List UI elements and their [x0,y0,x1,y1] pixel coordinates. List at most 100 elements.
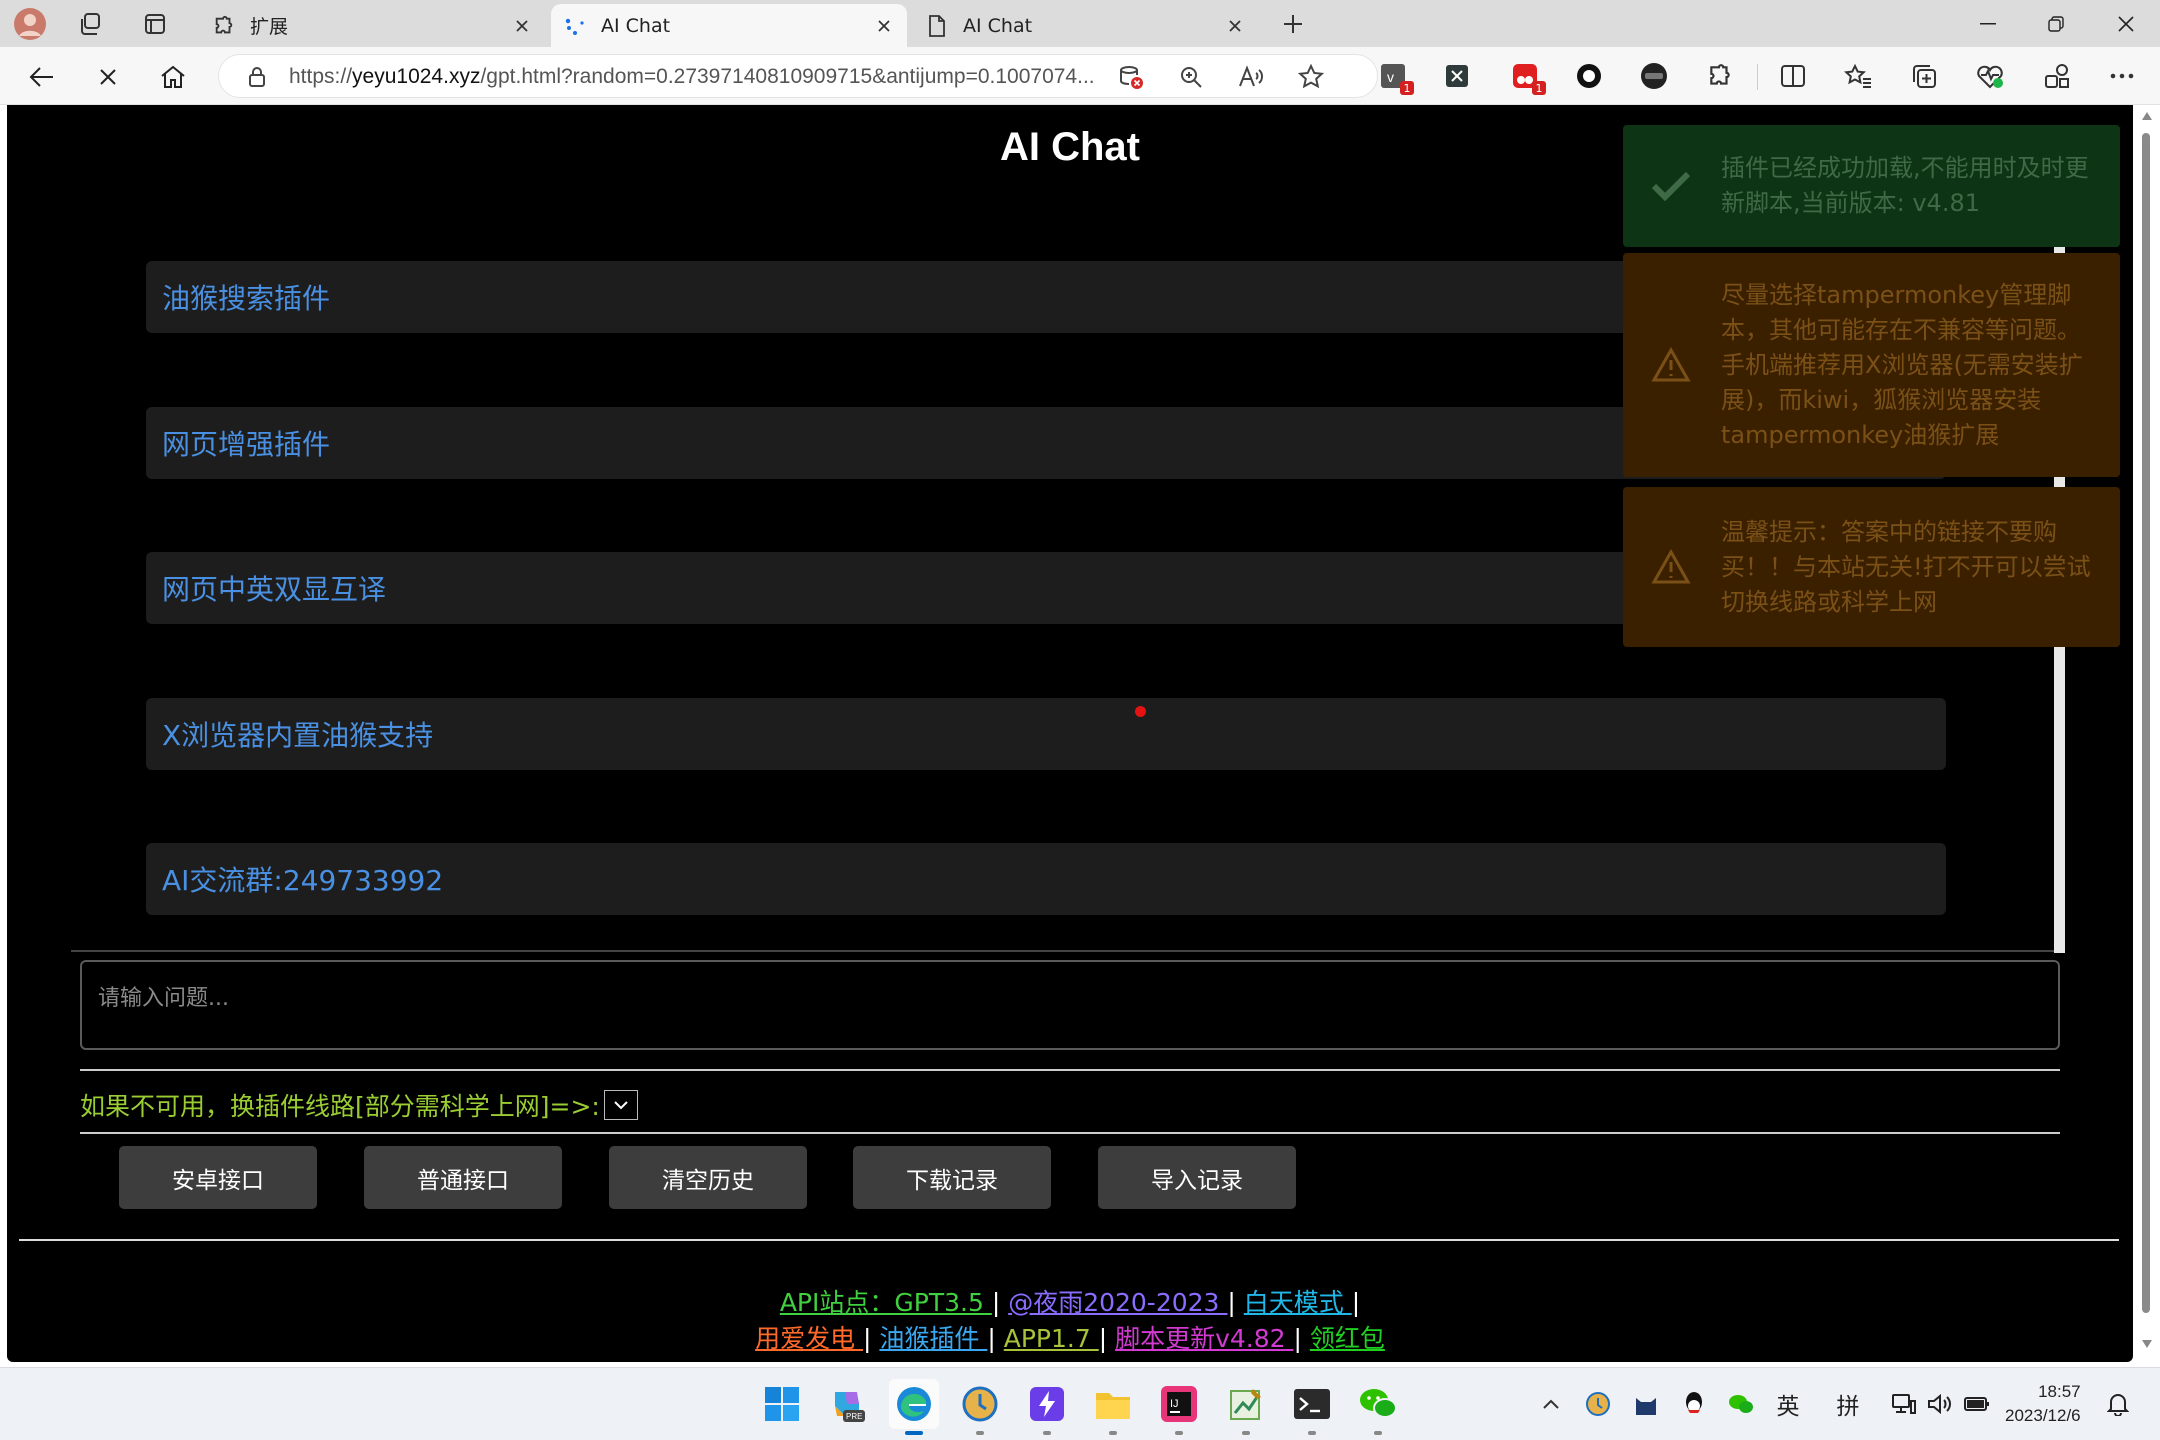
extensions-puzzle-icon[interactable] [1703,59,1737,93]
address-bar[interactable]: https://yeyu1024.xyz/gpt.html?random=0.2… [218,54,1378,98]
footer-api-link[interactable]: API站点：GPT3.5 [780,1288,992,1317]
svg-text:v: v [1387,69,1394,85]
footer-app-link[interactable]: APP1.7 [1004,1324,1099,1353]
new-tab-icon[interactable] [1275,6,1311,42]
profile-avatar[interactable] [12,6,48,42]
clear-history-button[interactable]: 清空历史 [609,1146,807,1209]
footer-update-link[interactable]: 脚本更新v4.82 [1115,1324,1293,1353]
browser-essentials-icon[interactable] [2040,59,2074,93]
battery-icon[interactable] [1961,1388,1993,1420]
link-card-label[interactable]: 网页增强插件 [162,423,330,463]
page-viewport: AI Chat 油猴搜索插件 网页增强插件 网页中英双显互译 X浏览器内置油猴支… [0,105,2160,1367]
extension-v-icon[interactable]: v1 [1376,59,1414,95]
browser-toolbar: https://yeyu1024.xyz/gpt.html?random=0.2… [0,47,2160,105]
toast-warning[interactable]: 尽量选择tampermonkey管理脚本，其他可能存在不兼容等问题。手机端推荐用… [1623,253,2120,477]
url-text[interactable]: https://yeyu1024.xyz/gpt.html?random=0.2… [289,65,1095,89]
extension-x-icon[interactable] [1440,59,1474,93]
toast-text: 温馨提示：答案中的链接不要购买！！与本站无关!打不开可以尝试切换线路或科学上网 [1721,517,2091,616]
scroll-down-icon[interactable] [2141,1339,2153,1349]
home-icon[interactable] [153,57,193,97]
restore-icon[interactable] [2022,0,2090,47]
import-records-button[interactable]: 导入记录 [1098,1146,1296,1209]
extension-dark-badge-icon[interactable] [1637,59,1671,93]
start-menu-icon[interactable] [757,1379,807,1429]
divider [80,1069,2060,1071]
network-icon[interactable] [1888,1388,1920,1420]
editor-app-icon[interactable] [1221,1379,1271,1435]
tray-qq-icon[interactable] [1678,1388,1710,1420]
normal-api-button[interactable]: 普通接口 [364,1146,562,1209]
edge-icon[interactable] [889,1379,939,1435]
file-explorer-icon[interactable] [1088,1379,1138,1435]
divider [80,1132,2060,1134]
link-card-label[interactable]: X浏览器内置油猴支持 [162,714,433,754]
route-select[interactable] [603,1090,638,1120]
tray-clock-app-icon[interactable] [1582,1388,1614,1420]
zoom-icon[interactable] [1175,61,1207,93]
check-icon [1649,164,1693,208]
jetbrains-icon[interactable]: IJ [1154,1379,1204,1435]
extension-tampermonkey-icon[interactable]: 1 [1508,59,1546,95]
link-card-x-browser[interactable]: X浏览器内置油猴支持 [146,698,1946,770]
extension-ring-icon[interactable] [1572,59,1606,93]
footer-day-mode-link[interactable]: 白天模式 [1244,1288,1352,1317]
tracking-blocked-icon[interactable] [1115,61,1147,93]
more-menu-icon[interactable] [2105,59,2139,93]
lightning-app-icon[interactable] [1022,1379,1072,1435]
back-icon[interactable] [22,57,62,97]
close-tab-icon[interactable] [1220,11,1250,41]
tab-label: 扩展 [250,16,289,38]
notification-bell-icon[interactable] [2102,1388,2134,1420]
footer-plugin-link[interactable]: 油猴插件 [879,1324,987,1353]
toast-warning[interactable]: 温馨提示：答案中的链接不要购买！！与本站无关!打不开可以尝试切换线路或科学上网 [1623,487,2120,647]
toast-text: 插件已经成功加载,不能用时及时更新脚本,当前版本: v4.81 [1721,154,2089,217]
performance-icon[interactable] [1973,59,2007,93]
scroll-up-icon[interactable] [2141,111,2153,121]
read-aloud-icon[interactable] [1235,61,1267,93]
favorites-icon[interactable] [1841,59,1875,93]
link-card-label[interactable]: 网页中英双显互译 [162,568,386,608]
close-tab-icon[interactable] [507,11,537,41]
tab-ai-chat-active[interactable]: AI Chat [551,4,907,47]
link-card-label[interactable]: AI交流群:249733992 [162,859,443,899]
tray-wechat-icon[interactable] [1725,1388,1757,1420]
collections-icon[interactable] [1907,59,1941,93]
tray-app-clock-icon[interactable] [955,1379,1005,1435]
lock-icon[interactable] [241,61,273,93]
clock[interactable]: 18:57 2023/12/6 [2005,1380,2081,1428]
ime-mode-indicator[interactable]: 拼 [1832,1388,1864,1420]
download-records-button[interactable]: 下载记录 [853,1146,1051,1209]
divider [19,1239,2119,1241]
tray-expand-icon[interactable] [1535,1388,1567,1420]
copilot-icon[interactable]: PRE [822,1379,872,1429]
tab-actions-icon[interactable] [137,6,173,42]
close-window-icon[interactable] [2092,0,2160,47]
link-card-label[interactable]: 油猴搜索插件 [162,277,330,317]
android-api-button[interactable]: 安卓接口 [119,1146,317,1209]
tab-label: AI Chat [963,14,1033,37]
puzzle-icon [212,14,236,38]
terminal-icon[interactable] [1287,1379,1337,1435]
browser-tab-strip: 扩展 AI Chat AI Chat [0,0,2160,47]
footer-line-2: 用爱发电 | 油猴插件 | APP1.7 | 脚本更新v4.82 | 领红包 [755,1324,1385,1353]
page-scrollbar-thumb[interactable] [2142,133,2150,1313]
wechat-icon[interactable] [1353,1379,1403,1435]
footer-donate-link[interactable]: 用爱发电 [755,1324,863,1353]
tab-ai-chat[interactable]: AI Chat [913,4,1258,47]
volume-icon[interactable] [1924,1388,1956,1420]
tab-extensions[interactable]: 扩展 [200,4,545,47]
link-card-qq-group[interactable]: AI交流群:249733992 [146,843,1946,915]
stop-loading-icon[interactable] [88,57,128,97]
close-tab-icon[interactable] [869,11,899,41]
footer-redpack-link[interactable]: 领红包 [1310,1324,1385,1353]
split-screen-icon[interactable] [1776,59,1810,93]
tray-cat-icon[interactable] [1630,1388,1662,1420]
ime-lang-indicator[interactable]: 英 [1772,1388,1804,1420]
question-input[interactable] [80,960,2060,1050]
minimize-icon[interactable] [1954,0,2022,47]
footer-author-link[interactable]: @夜雨2020-2023 [1008,1288,1227,1317]
chat-page: AI Chat 油猴搜索插件 网页增强插件 网页中英双显互译 X浏览器内置油猴支… [7,105,2133,1362]
workspaces-icon[interactable] [74,6,110,42]
favorite-star-icon[interactable] [1295,61,1327,93]
toast-success[interactable]: 插件已经成功加载,不能用时及时更新脚本,当前版本: v4.81 [1623,125,2120,247]
